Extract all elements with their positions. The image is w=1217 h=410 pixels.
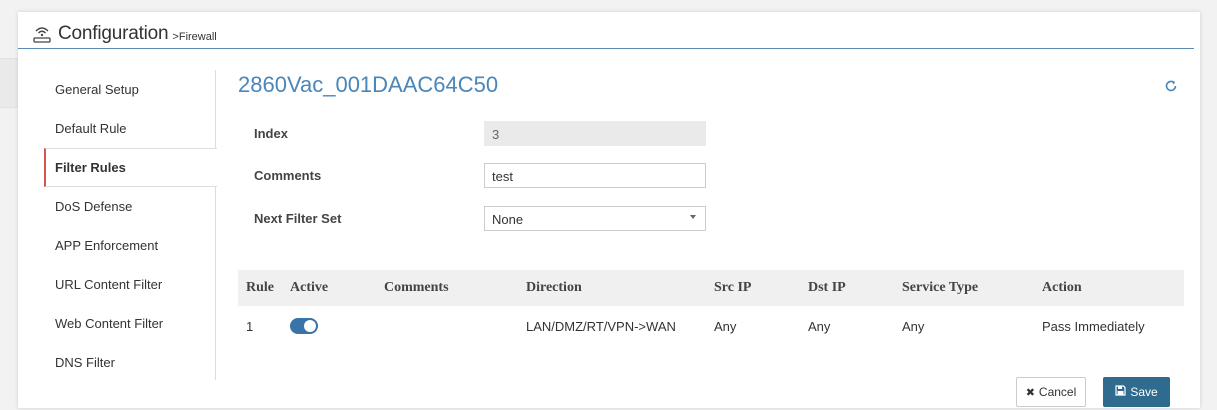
save-button-label: Save [1130, 385, 1158, 399]
sidebar-item-dns-filter[interactable]: DNS Filter [44, 343, 215, 382]
sidebar-item-dos-defense[interactable]: DoS Defense [44, 187, 215, 226]
cancel-button[interactable]: ✖ Cancel [1016, 377, 1086, 407]
router-icon [32, 24, 52, 44]
rule-comments [384, 306, 526, 346]
cancel-button-label: Cancel [1038, 385, 1077, 399]
column-header-service-type: Service Type [902, 270, 1042, 306]
table-header-row: Rule Active Comments Direction Src IP Ds… [238, 270, 1184, 306]
rule-number: 1 [246, 318, 254, 334]
toggle-knob [304, 320, 316, 333]
comments-row: Comments test [254, 162, 854, 188]
index-label: Index [254, 125, 288, 141]
next-filter-set-label: Next Filter Set [254, 210, 342, 226]
sidebar: General Setup Default Rule Filter Rules … [44, 70, 217, 382]
rule-service-type: Any [902, 318, 925, 334]
rule-dst-ip: Any [808, 318, 831, 334]
chevron-down-icon [690, 214, 696, 219]
sidebar-item-app-enforcement[interactable]: APP Enforcement [44, 226, 215, 265]
sidebar-item-url-content-filter[interactable]: URL Content Filter [44, 265, 215, 304]
column-header-direction: Direction [526, 270, 714, 306]
comments-label: Comments [254, 167, 322, 183]
active-toggle[interactable] [290, 318, 318, 335]
sidebar-item-general-setup[interactable]: General Setup [44, 70, 215, 109]
sidebar-item-default-rule[interactable]: Default Rule [44, 109, 215, 148]
header-divider [18, 48, 1194, 49]
filter-rules-table: Rule Active Comments Direction Src IP Ds… [238, 270, 1184, 346]
breadcrumb: >Firewall [172, 30, 217, 43]
column-header-action: Action [1042, 270, 1184, 306]
next-filter-set-select[interactable]: None [484, 205, 706, 231]
column-header-dst-ip: Dst IP [808, 270, 902, 306]
active-cell [290, 306, 384, 346]
configuration-panel: Configuration >Firewall General Setup De… [18, 12, 1200, 408]
save-button[interactable]: Save [1103, 377, 1170, 407]
page-title: Configuration [58, 23, 169, 44]
rule-action: Pass Immediately [1042, 318, 1145, 334]
device-name: 2860Vac_001DAAC64C50 [238, 72, 499, 97]
index-field: 3 [484, 120, 706, 146]
next-filter-set-row: Next Filter Set None [254, 205, 854, 231]
comments-input[interactable]: test [484, 162, 706, 188]
column-header-comments: Comments [384, 270, 526, 306]
column-header-active: Active [290, 270, 384, 306]
page-header: Configuration >Firewall [32, 20, 217, 48]
rule-src-ip: Any [714, 318, 737, 334]
next-filter-set-value: None [492, 211, 524, 227]
table-row[interactable]: 1 LAN/DMZ/RT/VPN->WAN Any Any Any Pass I… [238, 306, 1184, 346]
close-icon: ✖ [1025, 386, 1035, 399]
column-header-rule: Rule [238, 270, 290, 306]
rule-direction: LAN/DMZ/RT/VPN->WAN [526, 318, 676, 334]
index-row: Index 3 [254, 120, 854, 146]
column-header-src-ip: Src IP [714, 270, 808, 306]
refresh-icon[interactable] [1164, 79, 1178, 93]
floppy-disk-icon [1115, 385, 1126, 399]
sidebar-item-filter-rules[interactable]: Filter Rules [44, 148, 217, 187]
sidebar-item-web-content-filter[interactable]: Web Content Filter [44, 304, 215, 343]
